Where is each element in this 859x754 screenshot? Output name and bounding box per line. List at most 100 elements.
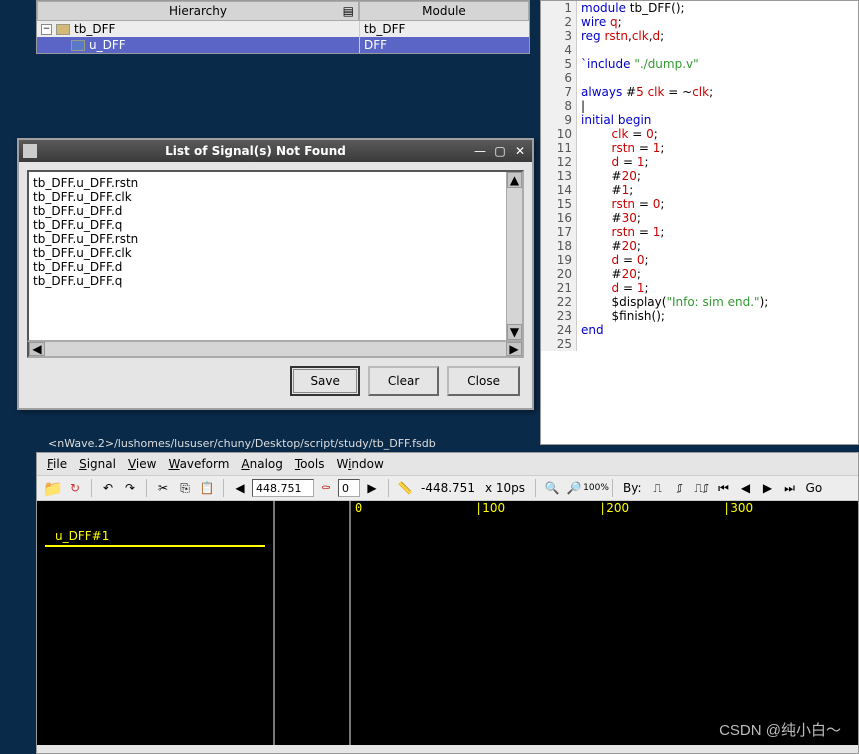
code-line[interactable]: 7always #5 clk = ~clk; (541, 85, 858, 99)
go-next-icon[interactable]: ▶ (758, 478, 778, 498)
code-line[interactable]: 25 (541, 337, 858, 351)
code-line[interactable]: 9initial begin (541, 113, 858, 127)
code-content: d = 1; (577, 155, 649, 169)
signal-list-item[interactable]: tb_DFF.u_DFF.rstn (33, 176, 518, 190)
code-line[interactable]: 11 rstn = 1; (541, 141, 858, 155)
code-line[interactable]: 2wire q; (541, 15, 858, 29)
redo-icon[interactable]: ↷ (120, 478, 140, 498)
signal-list-item[interactable]: tb_DFF.u_DFF.q (33, 274, 518, 288)
window-icon (23, 144, 37, 158)
code-line[interactable]: 23 $finish(); (541, 309, 858, 323)
code-line[interactable]: 18 #20; (541, 239, 858, 253)
clear-button[interactable]: Clear (368, 366, 439, 396)
reload-icon[interactable]: ↻ (65, 478, 85, 498)
wave-menubar: File Signal View Waveform Analog Tools W… (37, 453, 858, 475)
both-edge-icon[interactable]: ⎍⎎ (692, 478, 712, 498)
copy-icon[interactable]: ⎘ (175, 478, 195, 498)
rising-edge-icon[interactable]: ⎍ (648, 478, 668, 498)
line-number: 9 (541, 113, 577, 127)
code-line[interactable]: 22 $display("Info: sim end."); (541, 295, 858, 309)
menu-window[interactable]: Window (336, 457, 383, 471)
code-line[interactable]: 17 rstn = 1; (541, 225, 858, 239)
zoom-100-icon[interactable]: 100% (586, 478, 606, 498)
waveform-canvas[interactable]: 0 |100 |200 |300 (349, 501, 858, 745)
horizontal-scrollbar[interactable]: ◀ ▶ (27, 342, 524, 358)
zoom-in-icon[interactable]: 🔎 (564, 478, 584, 498)
code-line[interactable]: 12 d = 1; (541, 155, 858, 169)
code-line[interactable]: 13 #20; (541, 169, 858, 183)
close-icon[interactable]: ✕ (512, 144, 528, 158)
hierarchy-col-header[interactable]: Hierarchy ▤ (37, 1, 359, 21)
code-line[interactable]: 3reg rstn,clk,d; (541, 29, 858, 43)
hierarchy-panel: Hierarchy ▤ Module − tb_DFF tb_DFF u_DFF… (36, 0, 530, 54)
menu-file[interactable]: File (47, 457, 67, 471)
zoom-out-icon[interactable]: 🔍 (542, 478, 562, 498)
hierarchy-name: u_DFF (89, 38, 126, 52)
cut-icon[interactable]: ✂ (153, 478, 173, 498)
menu-analog[interactable]: Analog (241, 457, 282, 471)
menu-signal[interactable]: Signal (79, 457, 116, 471)
code-line[interactable]: 24end (541, 323, 858, 337)
prev-edge-icon[interactable]: ◀ (230, 478, 250, 498)
falling-edge-icon[interactable]: ⎎ (670, 478, 690, 498)
maximize-icon[interactable]: ▢ (492, 144, 508, 158)
undo-icon[interactable]: ↶ (98, 478, 118, 498)
menu-view[interactable]: View (128, 457, 156, 471)
code-line[interactable]: 1module tb_DFF(); (541, 1, 858, 15)
scroll-left-icon[interactable]: ◀ (29, 342, 45, 356)
signal-list-item[interactable]: tb_DFF.u_DFF.clk (33, 246, 518, 260)
scroll-right-icon[interactable]: ▶ (506, 342, 522, 356)
vertical-scrollbar[interactable]: ▲ ▼ (506, 172, 522, 340)
code-line[interactable]: 21 d = 1; (541, 281, 858, 295)
code-editor[interactable]: 1module tb_DFF();2wire q;3reg rstn,clk,d… (540, 0, 859, 445)
value-input[interactable] (338, 479, 360, 497)
save-button[interactable]: Save (290, 366, 359, 396)
scroll-down-icon[interactable]: ▼ (507, 324, 522, 340)
scroll-up-icon[interactable]: ▲ (507, 172, 522, 188)
wave-file-path: <nWave.2>/lushomes/lususer/chuny/Desktop… (48, 437, 436, 450)
time-ruler: 0 |100 |200 |300 (351, 501, 858, 517)
module-col-header[interactable]: Module (359, 1, 529, 21)
code-line[interactable]: 4 (541, 43, 858, 57)
go-last-icon[interactable]: ⏭ (780, 478, 800, 498)
hierarchy-row-tb-dff[interactable]: − tb_DFF tb_DFF (37, 21, 529, 37)
signal-list-item[interactable]: tb_DFF.u_DFF.rstn (33, 232, 518, 246)
code-line[interactable]: 6 (541, 71, 858, 85)
code-line[interactable]: 5`include "./dump.v" (541, 57, 858, 71)
signals-listbox[interactable]: tb_DFF.u_DFF.rstntb_DFF.u_DFF.clktb_DFF.… (27, 170, 524, 342)
menu-waveform[interactable]: Waveform (168, 457, 229, 471)
signal-list-item[interactable]: tb_DFF.u_DFF.d (33, 204, 518, 218)
signal-list-item[interactable]: tb_DFF.u_DFF.d (33, 260, 518, 274)
hierarchy-module: DFF (359, 37, 529, 53)
marker-icon[interactable]: ⚰ (316, 478, 336, 498)
signal-list-item[interactable]: tb_DFF.u_DFF.q (33, 218, 518, 232)
time-input[interactable] (252, 479, 314, 497)
signal-list-item[interactable]: tb_DFF.u_DFF.clk (33, 190, 518, 204)
code-line[interactable]: 14 #1; (541, 183, 858, 197)
signal-row[interactable]: u_DFF#1 (45, 521, 265, 547)
go-first-icon[interactable]: ⏮ (714, 478, 734, 498)
code-content: `include "./dump.v" (577, 57, 699, 71)
menu-tools[interactable]: Tools (295, 457, 325, 471)
code-line[interactable]: 8| (541, 99, 858, 113)
next-edge-icon[interactable]: ▶ (362, 478, 382, 498)
code-line[interactable]: 16 #30; (541, 211, 858, 225)
signal-names-pane[interactable]: u_DFF#1 (37, 501, 273, 745)
go-prev-icon[interactable]: ◀ (736, 478, 756, 498)
code-content: rstn = 0; (577, 197, 664, 211)
code-line[interactable]: 15 rstn = 0; (541, 197, 858, 211)
open-file-icon[interactable]: 📁 (43, 478, 63, 498)
tree-minus-icon[interactable]: − (41, 24, 52, 35)
collapse-icon[interactable]: ▤ (343, 4, 354, 18)
code-line[interactable]: 10 clk = 0; (541, 127, 858, 141)
minimize-icon[interactable]: — (472, 144, 488, 158)
signal-values-pane[interactable] (273, 501, 349, 745)
line-number: 19 (541, 253, 577, 267)
paste-icon[interactable]: 📋 (197, 478, 217, 498)
dialog-titlebar[interactable]: List of Signal(s) Not Found — ▢ ✕ (19, 140, 532, 162)
code-line[interactable]: 19 d = 0; (541, 253, 858, 267)
ruler-icon[interactable]: 📏 (395, 478, 415, 498)
close-button[interactable]: Close (447, 366, 520, 396)
code-line[interactable]: 20 #20; (541, 267, 858, 281)
hierarchy-row-u-dff[interactable]: u_DFF DFF (37, 37, 529, 53)
